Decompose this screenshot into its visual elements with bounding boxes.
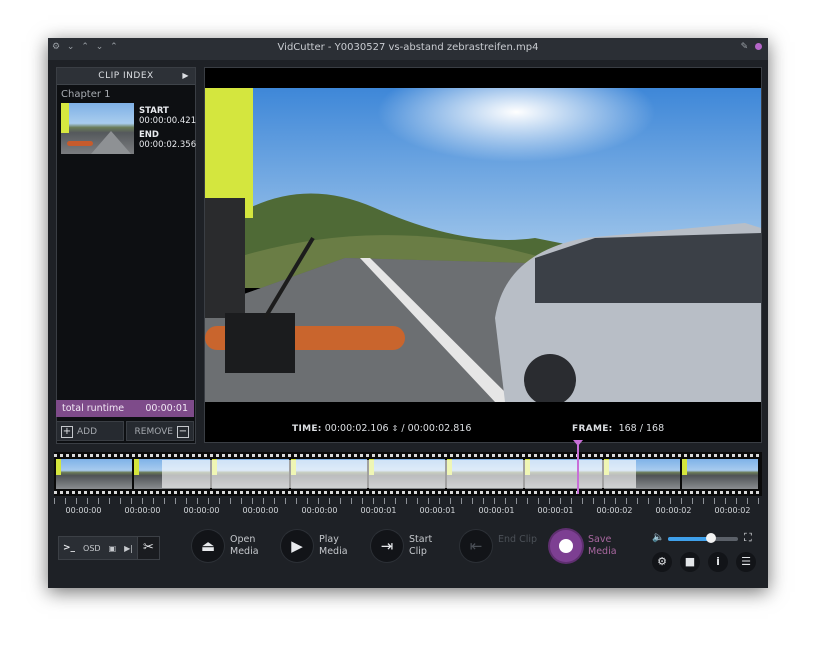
bottom-sprockets	[54, 491, 762, 494]
video-player[interactable]	[204, 67, 762, 443]
add-clip-button[interactable]: + ADD	[56, 421, 124, 441]
remove-label: REMOVE	[134, 427, 173, 437]
close-icon[interactable]	[755, 43, 762, 50]
start-clip-label: Start Clip	[409, 534, 433, 557]
menu-list-icon[interactable]: ☰	[736, 552, 756, 572]
playback-info: TIME: 00:00:02.106 ⇕ / 00:00:02.816 FRAM…	[204, 423, 760, 441]
tick-label: 00:00:01	[419, 506, 456, 515]
console-button[interactable]: >_	[59, 543, 79, 553]
tick-label: 00:00:00	[183, 506, 220, 515]
end-clip-button[interactable]: ⇤ End Clip	[460, 530, 544, 566]
runtime-label: total runtime	[62, 403, 125, 414]
settings-gear-icon[interactable]: ⚙	[652, 552, 672, 572]
tick-labels: 00:00:00 00:00:00 00:00:00 00:00:00 00:00:00…	[54, 506, 762, 518]
play-icon: ▶	[281, 530, 313, 562]
video-frame	[205, 88, 761, 402]
tick-label: 00:00:02	[714, 506, 751, 515]
skip-to-end-icon[interactable]: ▶|	[120, 544, 137, 553]
frame-readout: FRAME: 168 / 168	[572, 423, 664, 434]
play-media-button[interactable]: ▶ Play Media	[281, 530, 365, 566]
clip-index-title: CLIP INDEX	[98, 71, 154, 81]
window-title: VidCutter - Y0030527 vs-abstand zebrastr…	[277, 42, 539, 53]
remove-clip-button[interactable]: REMOVE −	[126, 421, 194, 441]
time-current: 00:00:02.106	[324, 423, 389, 434]
tick-label: 00:00:02	[596, 506, 633, 515]
frame-current: 168	[618, 423, 637, 434]
time-label: TIME:	[292, 424, 322, 434]
tick-label: 00:00:01	[478, 506, 515, 515]
scissors-icon[interactable]: ✂	[137, 537, 159, 559]
start-clip-icon: ⇥	[371, 530, 403, 562]
playhead[interactable]	[577, 442, 579, 494]
clip-buttons: + ADD REMOVE −	[56, 421, 196, 441]
video-camera-icon[interactable]: ■	[680, 552, 700, 572]
clip-thumbnail	[61, 103, 134, 154]
mode-toggle-group: >_ OSD ▣ ▶| ✂	[58, 536, 160, 560]
time-separator: /	[401, 423, 405, 434]
tick-label: 00:00:01	[360, 506, 397, 515]
add-label: ADD	[77, 427, 98, 437]
end-clip-label: End Clip	[498, 534, 538, 545]
clip-index-panel: CLIP INDEX ▶ Chapter 1 START 00:00:00.42…	[56, 67, 196, 444]
frame-total: 168	[646, 423, 665, 434]
time-readout: TIME: 00:00:02.106 ⇕ / 00:00:02.816	[292, 423, 471, 434]
tick-label: 00:00:02	[655, 506, 692, 515]
app-window: ⚙ ⌄ ⌃ ⌄ ⌃ VidCutter - Y0030527 vs-abstan…	[48, 38, 768, 588]
chapter-label: Chapter 1	[61, 89, 111, 100]
open-media-label: Open Media	[230, 534, 259, 557]
frame-separator: /	[639, 423, 643, 434]
volume-fill	[668, 537, 712, 541]
time-total: 00:00:02.816	[407, 423, 472, 434]
osd-button[interactable]: OSD	[79, 544, 105, 553]
clip-item[interactable]: START 00:00:00.421 END 00:00:02.356	[57, 103, 196, 157]
clip-selection-region[interactable]	[162, 460, 636, 488]
collapse-arrow-icon[interactable]: ▶	[182, 68, 189, 84]
info-icon[interactable]: i	[708, 552, 728, 572]
window-controls[interactable]: ✎	[741, 42, 762, 52]
tick-label: 00:00:00	[124, 506, 161, 515]
thumbnails-toggle-icon[interactable]: ▣	[105, 544, 121, 553]
frame-label: FRAME:	[572, 424, 613, 434]
tick-label: 00:00:00	[301, 506, 338, 515]
tick-marks	[54, 498, 762, 504]
volume-control: 🔈 ⛶	[652, 531, 764, 546]
tick-label: 00:00:01	[537, 506, 574, 515]
play-media-label: Play Media	[319, 534, 348, 557]
clip-end-label: END	[139, 130, 159, 140]
volume-knob[interactable]	[706, 533, 717, 543]
tick-label: 00:00:00	[242, 506, 279, 515]
runtime-value: 00:00:01	[145, 403, 188, 414]
save-media-button[interactable]: Save Media	[550, 530, 634, 566]
clip-info: START 00:00:00.421 END 00:00:02.356	[139, 106, 196, 150]
start-clip-button[interactable]: ⇥ Start Clip	[371, 530, 455, 566]
timeline-filmstrip[interactable]	[54, 452, 762, 496]
end-clip-icon: ⇤	[460, 530, 492, 562]
pin-icon[interactable]: ✎	[741, 42, 749, 52]
minus-icon: −	[177, 425, 189, 438]
total-runtime-bar: total runtime 00:00:01	[56, 400, 194, 417]
plus-icon: +	[61, 425, 73, 438]
clip-index-header[interactable]: CLIP INDEX ▶	[57, 68, 195, 85]
open-media-button[interactable]: ⏏ Open Media	[192, 530, 276, 566]
save-media-label: Save Media	[588, 534, 617, 557]
top-sprockets	[54, 454, 762, 457]
clip-end-time: 00:00:02.356	[139, 140, 197, 150]
record-icon	[550, 530, 582, 562]
clip-start-time: 00:00:00.421	[139, 116, 197, 126]
tick-label: 00:00:00	[65, 506, 102, 515]
clip-start-label: START	[139, 106, 169, 116]
time-spinner-icon[interactable]: ⇕	[392, 424, 399, 433]
timeline-ruler: 00:00:00 00:00:00 00:00:00 00:00:00 00:00:00…	[54, 498, 762, 518]
bottom-toolbar: >_ OSD ▣ ▶| ✂ ⏏ Open Media ▶ Play Media …	[48, 524, 768, 584]
title-bar: ⚙ ⌄ ⌃ ⌄ ⌃ VidCutter - Y0030527 vs-abstan…	[48, 38, 768, 60]
eject-icon: ⏏	[192, 530, 224, 562]
fullscreen-icon[interactable]: ⛶	[744, 531, 752, 545]
speaker-icon[interactable]: 🔈	[652, 532, 664, 543]
